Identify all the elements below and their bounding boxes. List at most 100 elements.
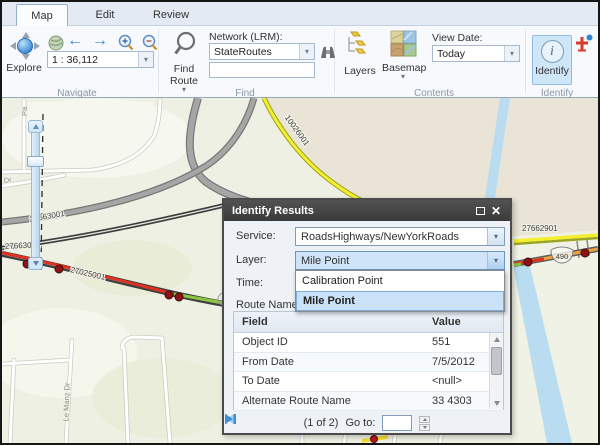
scroll-down-icon[interactable]: [490, 397, 503, 409]
spinner-down-icon[interactable]: [419, 424, 430, 431]
tab-map[interactable]: Map: [16, 4, 68, 26]
basemap-icon: [390, 30, 417, 57]
column-header-value: Value: [428, 312, 503, 332]
explore-button[interactable]: [10, 32, 40, 60]
view-date-value: Today: [433, 48, 504, 60]
route-input-box[interactable]: [209, 62, 315, 78]
back-extent-arrow-icon[interactable]: ←: [67, 32, 83, 50]
group-separator: [525, 29, 526, 93]
chevron-down-icon[interactable]: ▾: [299, 44, 314, 59]
goto-label: Go to:: [345, 417, 375, 429]
table-header-row: Field Value: [234, 312, 503, 333]
street-label: Le Manz Dr: [61, 382, 71, 422]
compass-east-icon: [34, 42, 40, 50]
close-icon: ✕: [491, 204, 501, 218]
zoom-slider-down-button[interactable]: [28, 257, 43, 270]
identify-button[interactable]: i Identify: [532, 35, 572, 85]
street-label: Pa: [20, 106, 29, 116]
map-view[interactable]: 490 27663001 27663001 27025001 10026001 …: [2, 98, 598, 443]
goto-page-input[interactable]: [382, 415, 412, 431]
find-route-magnifier-icon: [170, 30, 198, 58]
tab-review[interactable]: Review: [140, 4, 202, 26]
cell-field: Object ID: [234, 333, 428, 352]
table-row[interactable]: From Date 7/5/2012: [234, 353, 503, 373]
service-label: Service:: [236, 230, 276, 242]
spinner-up-icon[interactable]: [419, 416, 430, 423]
chevron-down-icon[interactable]: ▾: [504, 46, 519, 61]
identify-route-location-icon[interactable]: [574, 34, 595, 55]
compass-west-icon: [10, 42, 16, 50]
compass-south-icon: [22, 54, 30, 60]
last-page-icon[interactable]: [224, 413, 237, 425]
network-lrm-combobox[interactable]: StateRoutes ▾: [209, 43, 315, 60]
dialog-restore-button[interactable]: [472, 203, 488, 218]
dialog-titlebar[interactable]: Identify Results ✕: [224, 200, 510, 221]
view-date-combobox[interactable]: Today ▾: [432, 45, 520, 62]
group-separator: [334, 29, 335, 93]
identify-info-icon: i: [541, 40, 564, 63]
layer-dropdown-list: Calibration Point Mile Point: [295, 270, 505, 312]
map-zoom-slider[interactable]: [28, 120, 43, 270]
dropdown-option-calibration-point[interactable]: Calibration Point: [296, 271, 504, 291]
view-date-label: View Date:: [432, 32, 483, 44]
map-land-patch: [92, 358, 232, 438]
tab-review-label: Review: [153, 9, 189, 21]
route-label: 27662901: [522, 224, 558, 233]
network-lrm-label: Network (LRM):: [209, 31, 283, 43]
forward-extent-arrow-icon[interactable]: →: [92, 32, 108, 50]
layer-label: Layer:: [236, 254, 267, 266]
layer-combobox[interactable]: Mile Point ▾: [295, 251, 505, 270]
table-row[interactable]: Alternate Route Name 33 4303: [234, 392, 503, 412]
basemap-button[interactable]: Basemap ▾: [382, 30, 424, 79]
compass-north-icon: [22, 32, 30, 38]
map-scale-combobox[interactable]: 1 : 36,112 ▾: [47, 51, 154, 68]
zoom-slider-handle[interactable]: [27, 156, 44, 167]
explore-button-label: Explore: [2, 62, 46, 74]
ribbon: Explore ← → 1 : 36,112 ▾ Navigate: [2, 26, 598, 98]
tab-edit-label: Edit: [96, 9, 115, 21]
highlighted-route-green[interactable]: [514, 264, 521, 265]
time-label: Time:: [236, 277, 263, 289]
chevron-down-icon[interactable]: ▾: [487, 228, 504, 245]
dialog-body: Service: RoadsHighways/NewYorkRoads ▾ La…: [224, 221, 510, 433]
street-label: Dr: [3, 175, 12, 185]
cell-field: From Date: [234, 353, 428, 372]
calibration-point[interactable]: [371, 436, 378, 443]
chevron-down-icon: [33, 261, 39, 266]
attributes-table: Field Value Object ID 551 From Date 7/5/…: [233, 311, 504, 410]
basemap-dropdown-icon[interactable]: ▾: [382, 74, 424, 79]
dialog-close-button[interactable]: ✕: [488, 203, 504, 218]
table-row[interactable]: Object ID 551: [234, 333, 503, 353]
layer-value: Mile Point: [296, 255, 487, 267]
dropdown-option-mile-point[interactable]: Mile Point: [296, 291, 504, 311]
zoom-slider-track[interactable]: [31, 132, 40, 258]
scrollbar-thumb[interactable]: [491, 347, 502, 375]
identify-button-label: Identify: [535, 65, 569, 77]
tab-edit[interactable]: Edit: [76, 4, 134, 26]
goto-spinner: [419, 416, 430, 431]
chevron-down-icon[interactable]: ▾: [138, 52, 153, 67]
tab-map-label: Map: [31, 10, 52, 22]
route-name-label: Route Name:: [236, 299, 301, 311]
application-window: Map Edit Review Explore ← →: [0, 0, 600, 445]
pagination-bar: (1 of 2) Go to:: [224, 413, 510, 433]
layers-icon: [345, 29, 375, 60]
layers-button[interactable]: Layers: [340, 29, 380, 77]
find-route-label-line1: Find: [162, 63, 206, 75]
table-row[interactable]: To Date <null>: [234, 372, 503, 392]
chevron-down-icon[interactable]: ▾: [487, 252, 504, 269]
column-header-field: Field: [234, 312, 428, 332]
find-route-button[interactable]: Find Route ▾: [162, 30, 206, 92]
binoculars-icon[interactable]: [319, 44, 337, 61]
table-scrollbar[interactable]: [489, 333, 503, 409]
layers-button-label: Layers: [340, 65, 380, 77]
shield-number: 490: [556, 252, 569, 261]
map-land-patch: [72, 240, 192, 296]
full-extent-globe-icon[interactable]: [48, 35, 64, 51]
scroll-up-icon[interactable]: [490, 333, 503, 345]
window-restore-icon: [476, 207, 485, 215]
service-combobox[interactable]: RoadsHighways/NewYorkRoads ▾: [295, 227, 505, 246]
identify-results-dialog: Identify Results ✕ Service: RoadsHighway…: [222, 198, 512, 435]
page-status: (1 of 2): [304, 417, 339, 429]
cell-field: To Date: [234, 372, 428, 391]
